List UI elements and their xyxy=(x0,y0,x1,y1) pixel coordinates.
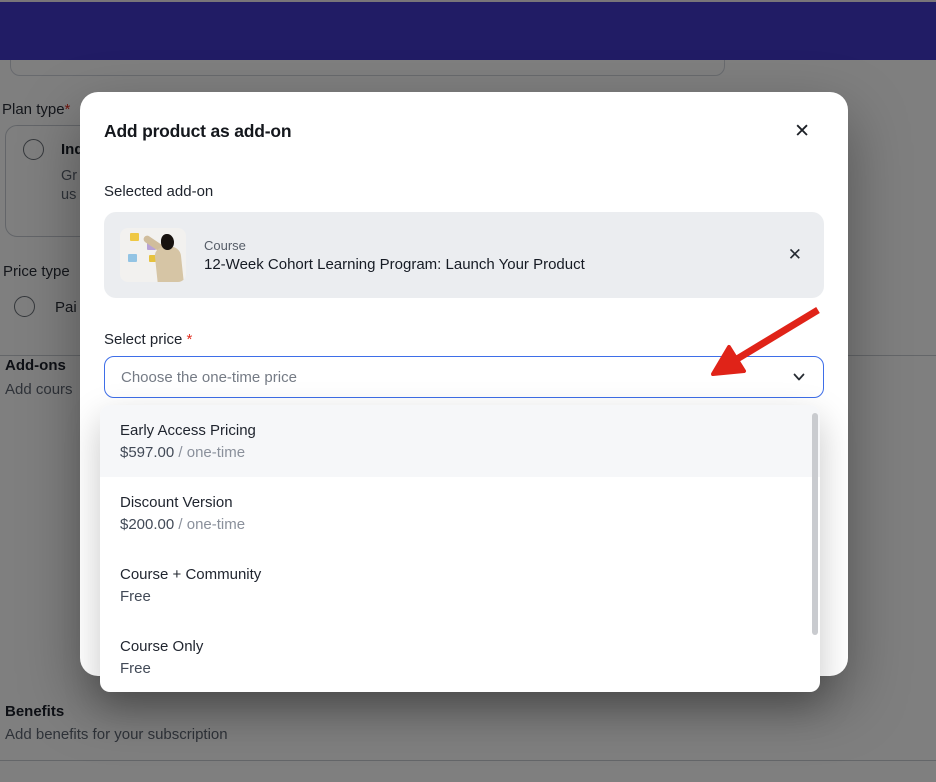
sticky-note-yellow xyxy=(130,233,139,241)
price-option-early-access[interactable]: Early Access Pricing $597.00 / one-time xyxy=(100,405,820,477)
price-option-course-community[interactable]: Course + Community Free xyxy=(100,549,820,621)
person-body xyxy=(154,245,184,282)
remove-addon-icon[interactable]: ✕ xyxy=(784,241,806,269)
chevron-down-icon xyxy=(793,373,805,381)
option-name: Early Access Pricing xyxy=(120,421,256,439)
sticky-note-blue xyxy=(128,254,137,262)
price-options-dropdown: Early Access Pricing $597.00 / one-time … xyxy=(100,405,820,692)
option-name: Discount Version xyxy=(120,493,233,511)
dropdown-scrollbar-thumb[interactable] xyxy=(812,413,818,635)
price-option-course-only[interactable]: Course Only Free xyxy=(100,621,820,692)
select-price-text: Select price xyxy=(104,331,183,348)
option-name: Course + Community xyxy=(120,565,262,583)
select-price-label: Select price * xyxy=(104,331,824,348)
option-suffix: / one-time xyxy=(174,515,246,533)
modal-title: Add product as add-on xyxy=(104,121,292,141)
option-name: Course Only xyxy=(120,637,204,655)
option-amount: Free xyxy=(120,587,151,605)
modal-close-icon[interactable]: ✕ xyxy=(792,120,824,143)
product-title: 12-Week Cohort Learning Program: Launch … xyxy=(204,255,585,273)
select-price-required-mark: * xyxy=(186,331,193,348)
selected-addon-label: Selected add-on xyxy=(104,183,214,200)
selected-addon-card: Course 12-Week Cohort Learning Program: … xyxy=(104,212,824,298)
option-amount: $597.00 xyxy=(120,443,175,461)
price-option-discount[interactable]: Discount Version $200.00 / one-time xyxy=(100,477,820,549)
price-select-placeholder: Choose the one-time price xyxy=(121,368,297,386)
product-type-label: Course xyxy=(204,237,246,253)
screen: Plan type* Ind Gr us Price type Pai Add-… xyxy=(0,0,936,782)
price-select-field[interactable]: Choose the one-time price xyxy=(104,356,824,398)
course-thumbnail-image xyxy=(120,228,186,282)
person-head xyxy=(161,234,174,250)
option-amount: Free xyxy=(120,659,151,677)
option-suffix: / one-time xyxy=(174,443,246,461)
option-amount: $200.00 xyxy=(120,515,175,533)
